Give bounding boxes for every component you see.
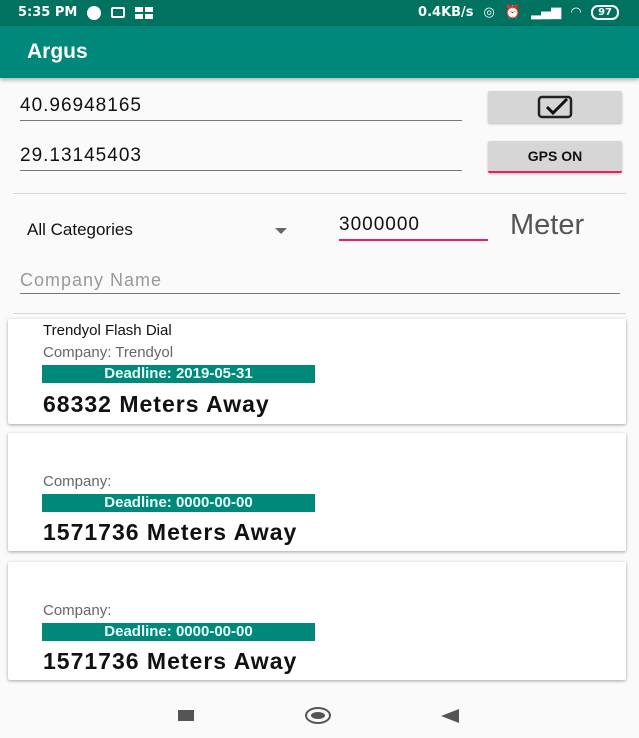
card-deadline: Deadline: 2019-05-31 [42,365,315,383]
whatsapp-icon [87,5,102,20]
longitude-field[interactable]: 29.13145403 [20,145,462,171]
card-title: Trendyol Flash Dial [43,322,172,339]
card-deadline: Deadline: 0000-00-00 [42,623,315,641]
gallery-icon [135,6,154,19]
company-name-placeholder: Company Name [20,270,163,290]
gps-button[interactable]: GPS ON [488,141,622,173]
wifi-icon: ◠ [571,5,582,20]
checkbox-button[interactable] [488,91,622,123]
dropdown-arrow-icon [275,228,287,234]
status-bar: 5:35 PM 0.4KB/s ◎ ⏰ ▂▄▆ ◠ 97 [0,0,639,26]
distance-value: 3000000 [339,214,420,235]
alarm-icon: ⏰ [504,5,522,20]
hotspot-icon: ◎ [483,5,495,20]
app-title: Argus [27,40,88,63]
latitude-field[interactable]: 40.96948165 [20,95,462,121]
status-time: 5:35 PM [18,5,78,20]
card-distance: 1571736 Meters Away [43,648,298,674]
navigation-bar [0,694,639,738]
net-speed: 0.4KB/s [418,5,474,20]
card-deadline: Deadline: 0000-00-00 [42,494,315,512]
result-card[interactable]: Trendyol Flash Dial Company: Trendyol De… [8,319,626,424]
category-dropdown[interactable]: All Categories [27,220,297,242]
battery-level: 97 [598,7,612,18]
battery-icon: 97 [591,5,619,20]
result-card[interactable]: Company: Deadline: 0000-00-00 1571736 Me… [8,562,626,680]
category-selected: All Categories [27,220,133,239]
gps-button-label: GPS ON [527,148,583,164]
app-bar: Argus [0,26,639,78]
card-distance: 68332 Meters Away [43,391,270,417]
back-icon[interactable] [441,709,459,723]
distance-unit-label: Meter [510,209,585,241]
card-company: Company: Trendyol [43,344,174,361]
divider [13,193,626,194]
checkbox-checked-icon [537,95,573,119]
android-icon [111,7,126,18]
home-icon[interactable] [305,707,331,724]
divider [13,313,626,314]
card-company: Company: [43,473,112,490]
longitude-value: 29.13145403 [20,145,142,166]
card-distance: 1571736 Meters Away [43,519,298,545]
card-company: Company: [43,602,112,619]
latitude-value: 40.96948165 [20,95,142,116]
result-card[interactable]: Company: Deadline: 0000-00-00 1571736 Me… [8,433,626,551]
company-name-field[interactable]: Company Name [20,270,620,294]
signal-icon: ▂▄▆ [531,5,562,20]
distance-field[interactable]: 3000000 [339,214,488,241]
recents-icon[interactable] [178,710,194,721]
